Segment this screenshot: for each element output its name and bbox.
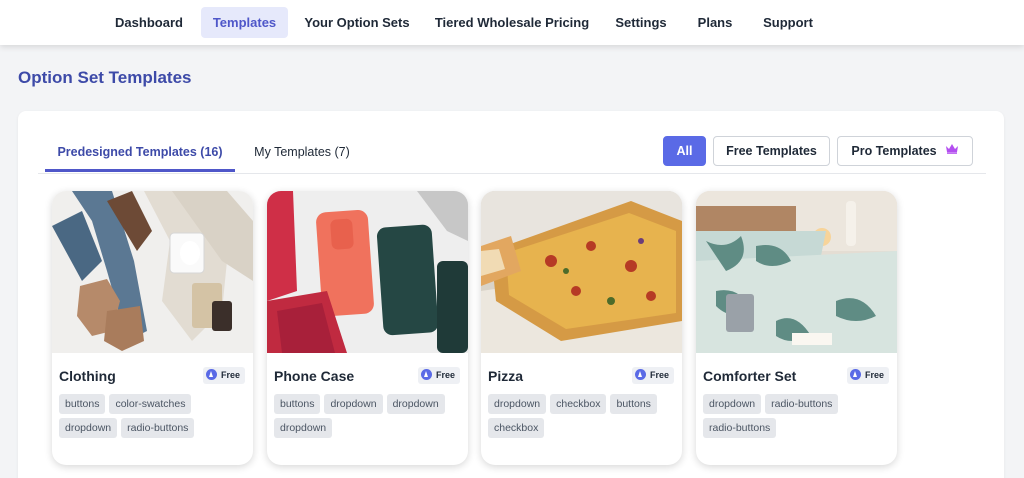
tab-my-templates[interactable]: My Templates (7) bbox=[246, 142, 358, 172]
tag-list: dropdown checkbox buttonscheckbox bbox=[488, 394, 678, 442]
nav-your-option-sets[interactable]: Your Option Sets bbox=[298, 7, 416, 38]
free-badge: Free bbox=[417, 367, 460, 384]
tab-predesigned-templates[interactable]: Predesigned Templates (16) bbox=[45, 142, 235, 172]
tag-list: buttons dropdown dropdowndropdown bbox=[274, 394, 464, 442]
template-card-comforter-set[interactable]: Comforter Set Free dropdown radio-buttons… bbox=[696, 191, 897, 465]
tag: radio-buttons bbox=[765, 394, 839, 414]
nav-support[interactable]: Support bbox=[754, 7, 822, 38]
nav-dashboard[interactable]: Dashboard bbox=[105, 7, 193, 38]
crown-icon bbox=[945, 136, 959, 164]
template-card-pizza[interactable]: Pizza Free dropdown checkbox buttonscheckb… bbox=[481, 191, 682, 465]
template-name: Phone Case bbox=[274, 368, 355, 384]
free-badge-icon bbox=[205, 369, 217, 381]
tag-list: buttons color-swatches dropdown radio-butto… bbox=[59, 394, 249, 442]
free-badge: Free bbox=[631, 367, 674, 384]
free-badge: Free bbox=[846, 367, 889, 384]
tag-list: dropdown radio-buttonsradio-buttons bbox=[703, 394, 893, 442]
top-nav: Dashboard Templates Your Option Sets Tie… bbox=[0, 0, 1024, 45]
filter-free-templates-button[interactable]: Free Templates bbox=[713, 136, 830, 166]
template-card-phone-case[interactable]: Phone Case Free buttons dropdown dropdownd… bbox=[267, 191, 468, 465]
filter-pro-templates-button[interactable]: Pro Templates bbox=[837, 136, 973, 166]
tag: checkbox bbox=[488, 418, 545, 438]
tag: dropdown bbox=[274, 418, 333, 438]
tag: buttons bbox=[274, 394, 321, 414]
nav-settings[interactable]: Settings bbox=[606, 7, 676, 38]
tab-divider bbox=[38, 173, 986, 174]
nav-templates[interactable]: Templates bbox=[201, 7, 288, 38]
tag: dropdown bbox=[386, 394, 445, 414]
nav-plans[interactable]: Plans bbox=[688, 7, 742, 38]
tag: buttons bbox=[59, 394, 106, 414]
template-name: Comforter Set bbox=[703, 368, 797, 384]
tag: radio-buttons bbox=[703, 418, 777, 438]
filter-all-button[interactable]: All bbox=[663, 136, 706, 166]
template-name: Pizza bbox=[488, 368, 524, 384]
free-badge-icon bbox=[634, 369, 646, 381]
phone-case-image bbox=[267, 191, 468, 353]
tag: dropdown bbox=[488, 394, 547, 414]
tag: radio-buttons bbox=[121, 418, 195, 438]
clothing-image bbox=[52, 191, 253, 353]
tag: dropdown bbox=[703, 394, 762, 414]
tag: dropdown bbox=[324, 394, 383, 414]
free-badge: Free bbox=[202, 367, 245, 384]
comforter-set-image bbox=[696, 191, 897, 353]
tag: buttons bbox=[610, 394, 657, 414]
free-badge-icon bbox=[849, 369, 861, 381]
nav-tiered-wholesale-pricing[interactable]: Tiered Wholesale Pricing bbox=[428, 7, 596, 38]
tag: checkbox bbox=[550, 394, 607, 414]
free-badge-icon bbox=[420, 369, 432, 381]
tag: dropdown bbox=[59, 418, 118, 438]
page-title: Option Set Templates bbox=[18, 68, 192, 87]
pizza-image bbox=[481, 191, 682, 353]
template-card-clothing[interactable]: Clothing Free buttons color-swatches dropd… bbox=[52, 191, 253, 465]
tag: color-swatches bbox=[109, 394, 192, 414]
filter-pro-templates-label: Pro Templates bbox=[851, 144, 937, 158]
template-name: Clothing bbox=[59, 368, 116, 384]
